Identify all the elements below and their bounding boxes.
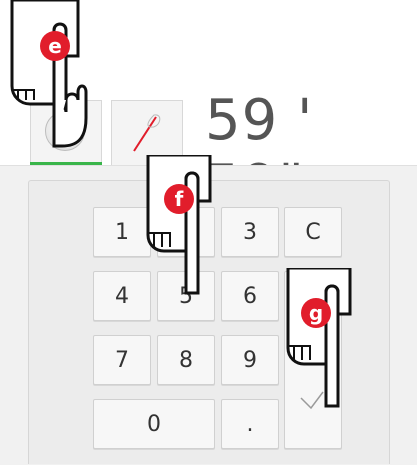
key-decimal[interactable]: . <box>221 399 279 449</box>
key-clear[interactable]: C <box>284 207 342 257</box>
pointing-hand-icon <box>146 155 212 295</box>
key-0[interactable]: 0 <box>93 399 215 449</box>
callout-f: f <box>164 184 194 214</box>
pointing-hand-icon <box>10 0 88 148</box>
key-7[interactable]: 7 <box>93 335 151 385</box>
key-3[interactable]: 3 <box>221 207 279 257</box>
pointing-hand-icon <box>286 268 352 408</box>
pen-icon <box>133 114 161 152</box>
key-9[interactable]: 9 <box>221 335 279 385</box>
key-6[interactable]: 6 <box>221 271 279 321</box>
callout-g: g <box>301 298 331 328</box>
key-8[interactable]: 8 <box>157 335 215 385</box>
callout-e: e <box>40 31 70 61</box>
